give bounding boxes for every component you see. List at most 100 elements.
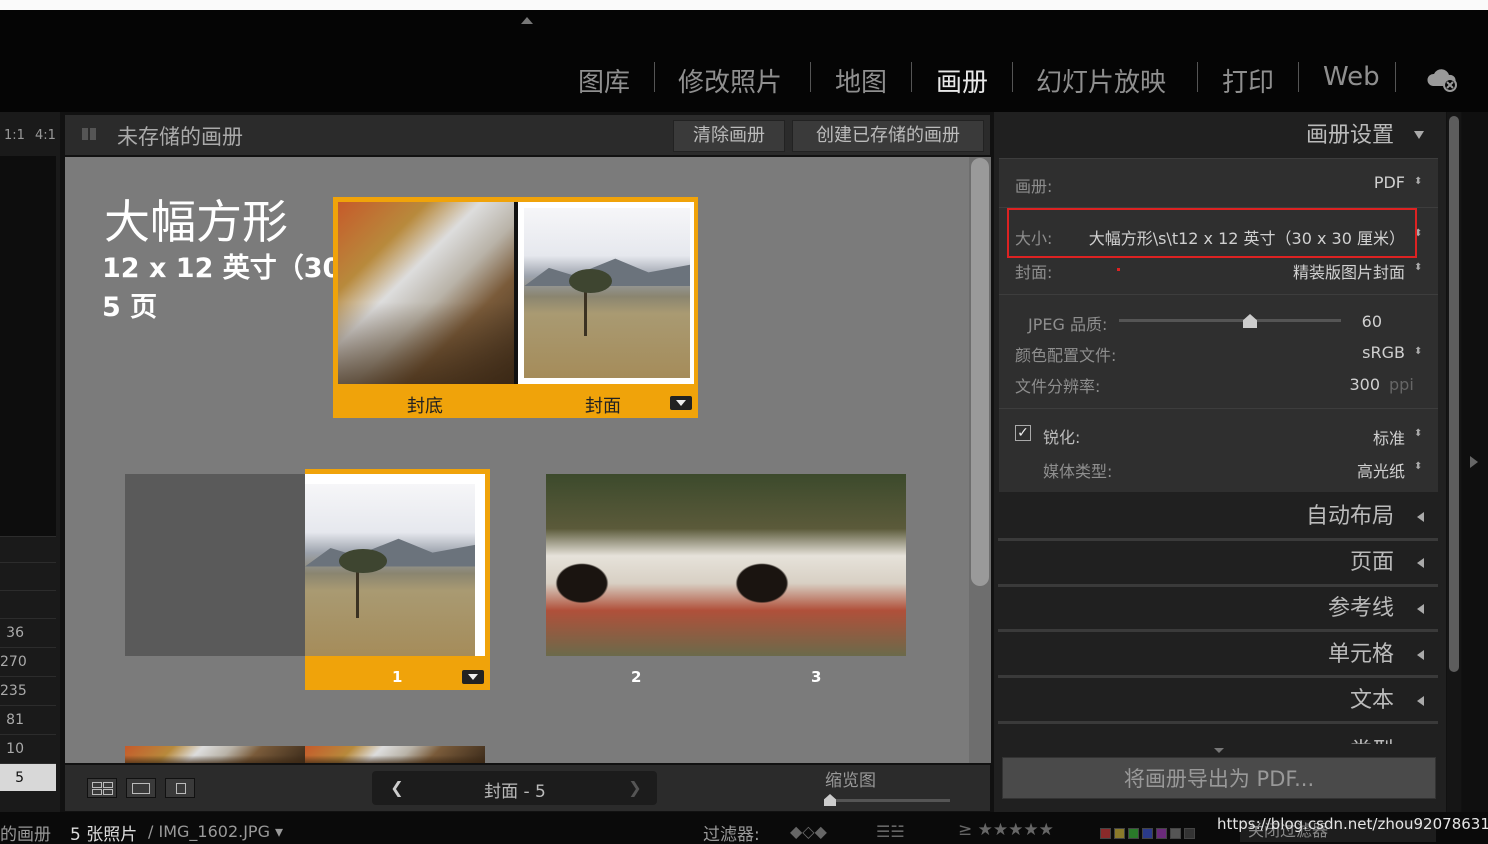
module-map[interactable]: 地图 bbox=[835, 62, 887, 99]
current-file-label[interactable]: / IMG_1602.JPG ▾ bbox=[148, 822, 283, 841]
collection-row-selected[interactable]: 5 bbox=[0, 763, 56, 791]
collection-row-count[interactable]: 36 bbox=[0, 618, 56, 646]
right-panel-scroll-thumb[interactable] bbox=[1449, 116, 1459, 672]
color-profile-label: 颜色配置文件: bbox=[1015, 346, 1117, 365]
window-top-strip bbox=[0, 0, 1488, 10]
page-4-photo[interactable] bbox=[125, 746, 305, 763]
module-separator bbox=[1298, 62, 1299, 92]
collection-row-count[interactable]: 270 bbox=[0, 647, 56, 675]
page-3-photo[interactable] bbox=[726, 474, 906, 656]
filter-label: 过滤器: bbox=[703, 825, 760, 844]
module-web[interactable]: Web bbox=[1323, 62, 1380, 92]
edit-filter-icon[interactable]: ☰☱ bbox=[876, 822, 905, 841]
triangle-left-icon bbox=[1417, 696, 1424, 706]
media-type-select[interactable]: 高光纸 bbox=[1300, 458, 1405, 482]
collection-row-count[interactable]: 81 bbox=[0, 705, 56, 733]
blank-inside-cover bbox=[125, 474, 305, 656]
page-header[interactable]: 页面 bbox=[998, 541, 1438, 585]
scroll-more-icon bbox=[1214, 748, 1224, 753]
text-header[interactable]: 文本 bbox=[998, 679, 1438, 723]
single-page-view-icon[interactable] bbox=[165, 778, 195, 798]
section-divider bbox=[998, 675, 1438, 678]
flag-filter-icon[interactable]: ◆◇◆ bbox=[790, 822, 827, 841]
updown-icon: ⬍ bbox=[1414, 262, 1423, 273]
zoom-4-1[interactable]: 4:1 bbox=[35, 128, 56, 143]
triangle-left-icon bbox=[1417, 512, 1424, 522]
thumbnail-size-label: 缩览图 bbox=[825, 771, 876, 791]
divider bbox=[999, 294, 1438, 295]
resolution-value[interactable]: 300 bbox=[1320, 375, 1380, 394]
type-header[interactable]: 类型 bbox=[998, 730, 1438, 744]
triangle-left-icon bbox=[1417, 650, 1424, 660]
canvas-scroll-thumb[interactable] bbox=[971, 158, 989, 586]
expand-right-panel-icon[interactable] bbox=[1470, 456, 1478, 468]
collection-row[interactable] bbox=[0, 536, 56, 564]
section-divider bbox=[998, 629, 1438, 632]
collapse-top-panel-icon[interactable] bbox=[521, 17, 533, 24]
module-separator bbox=[654, 62, 655, 92]
clear-book-button[interactable]: 清除画册 bbox=[673, 120, 785, 152]
triangle-left-icon bbox=[1417, 604, 1424, 614]
back-cover-label: 封底 bbox=[407, 396, 443, 417]
auto-layout-title: 自动布局 bbox=[1305, 504, 1394, 529]
guides-header[interactable]: 参考线 bbox=[998, 587, 1438, 631]
divider bbox=[999, 408, 1438, 409]
book-settings-header[interactable]: 画册设置 bbox=[998, 114, 1438, 158]
page-2-photo[interactable] bbox=[546, 474, 726, 656]
book-size-title: 大幅方形 bbox=[104, 195, 288, 249]
create-saved-book-button[interactable]: 创建已存储的画册 bbox=[792, 120, 984, 152]
color-label-filter[interactable] bbox=[1100, 824, 1198, 843]
sharpen-select[interactable]: 标准 bbox=[1300, 425, 1405, 449]
resolution-label: 文件分辨率: bbox=[1015, 377, 1101, 396]
page-5-photo[interactable] bbox=[305, 746, 485, 763]
red-dot bbox=[1117, 268, 1120, 271]
module-book[interactable]: 画册 bbox=[936, 62, 988, 99]
thumbnail-size-slider[interactable] bbox=[824, 799, 950, 802]
cell-title: 单元格 bbox=[1327, 642, 1394, 667]
source-book-label[interactable]: 的画册 bbox=[0, 820, 51, 844]
collection-row-count[interactable]: 10 bbox=[0, 734, 56, 762]
zoom-1-1[interactable]: 1:1 bbox=[4, 128, 25, 143]
next-page-icon[interactable]: ❯ bbox=[620, 776, 650, 800]
collection-row-count[interactable]: 235 bbox=[0, 676, 56, 704]
sharpen-checkbox[interactable]: ✓ bbox=[1015, 425, 1031, 441]
page-1-layout-dropdown-icon[interactable] bbox=[462, 670, 484, 684]
previous-page-icon[interactable]: ❮ bbox=[382, 776, 412, 800]
spread-view-icon[interactable] bbox=[126, 778, 156, 798]
page-number-1: 1 bbox=[392, 668, 403, 686]
module-library[interactable]: 图库 bbox=[578, 62, 630, 99]
export-pdf-button[interactable]: 将画册导出为 PDF... bbox=[1002, 757, 1436, 799]
triangle-down-icon bbox=[1414, 131, 1424, 139]
color-profile-select[interactable]: sRGB bbox=[1300, 343, 1405, 362]
module-separator bbox=[1197, 62, 1198, 92]
triangle-left-icon bbox=[1417, 558, 1424, 568]
updown-icon: ⬍ bbox=[1414, 461, 1423, 472]
module-separator bbox=[810, 62, 811, 92]
page-1-photo[interactable] bbox=[305, 474, 485, 656]
auto-layout-header[interactable]: 自动布局 bbox=[998, 495, 1438, 539]
multi-page-view-icon[interactable] bbox=[87, 778, 117, 798]
cell-header[interactable]: 单元格 bbox=[998, 633, 1438, 677]
navigator-preview bbox=[0, 156, 56, 536]
cover-select[interactable]: 精装版图片封面 bbox=[1200, 259, 1405, 283]
book-panel-icon[interactable] bbox=[82, 128, 96, 140]
rating-filter[interactable]: ≥ ★★★★★ bbox=[958, 820, 1054, 840]
cloud-sync-icon[interactable] bbox=[1426, 66, 1458, 92]
module-develop[interactable]: 修改照片 bbox=[678, 62, 782, 99]
collection-row[interactable] bbox=[0, 590, 56, 618]
sharpen-label: 锐化: bbox=[1043, 428, 1081, 447]
book-title: 未存储的画册 bbox=[117, 125, 243, 149]
module-separator bbox=[1395, 62, 1396, 92]
collection-row[interactable] bbox=[0, 562, 56, 590]
back-cover-photo[interactable] bbox=[338, 202, 514, 384]
module-separator bbox=[1012, 62, 1013, 92]
front-cover-photo[interactable] bbox=[518, 202, 694, 384]
jpeg-quality-slider[interactable] bbox=[1119, 319, 1341, 322]
cover-layout-dropdown-icon[interactable] bbox=[670, 396, 692, 410]
module-print[interactable]: 打印 bbox=[1222, 62, 1274, 99]
jpeg-quality-value[interactable]: 60 bbox=[1340, 312, 1382, 331]
module-slideshow[interactable]: 幻灯片放映 bbox=[1036, 62, 1166, 99]
book-type-select[interactable]: PDF bbox=[1300, 173, 1405, 192]
updown-icon: ⬍ bbox=[1414, 428, 1423, 439]
book-page-count: 5 页 bbox=[102, 292, 158, 323]
